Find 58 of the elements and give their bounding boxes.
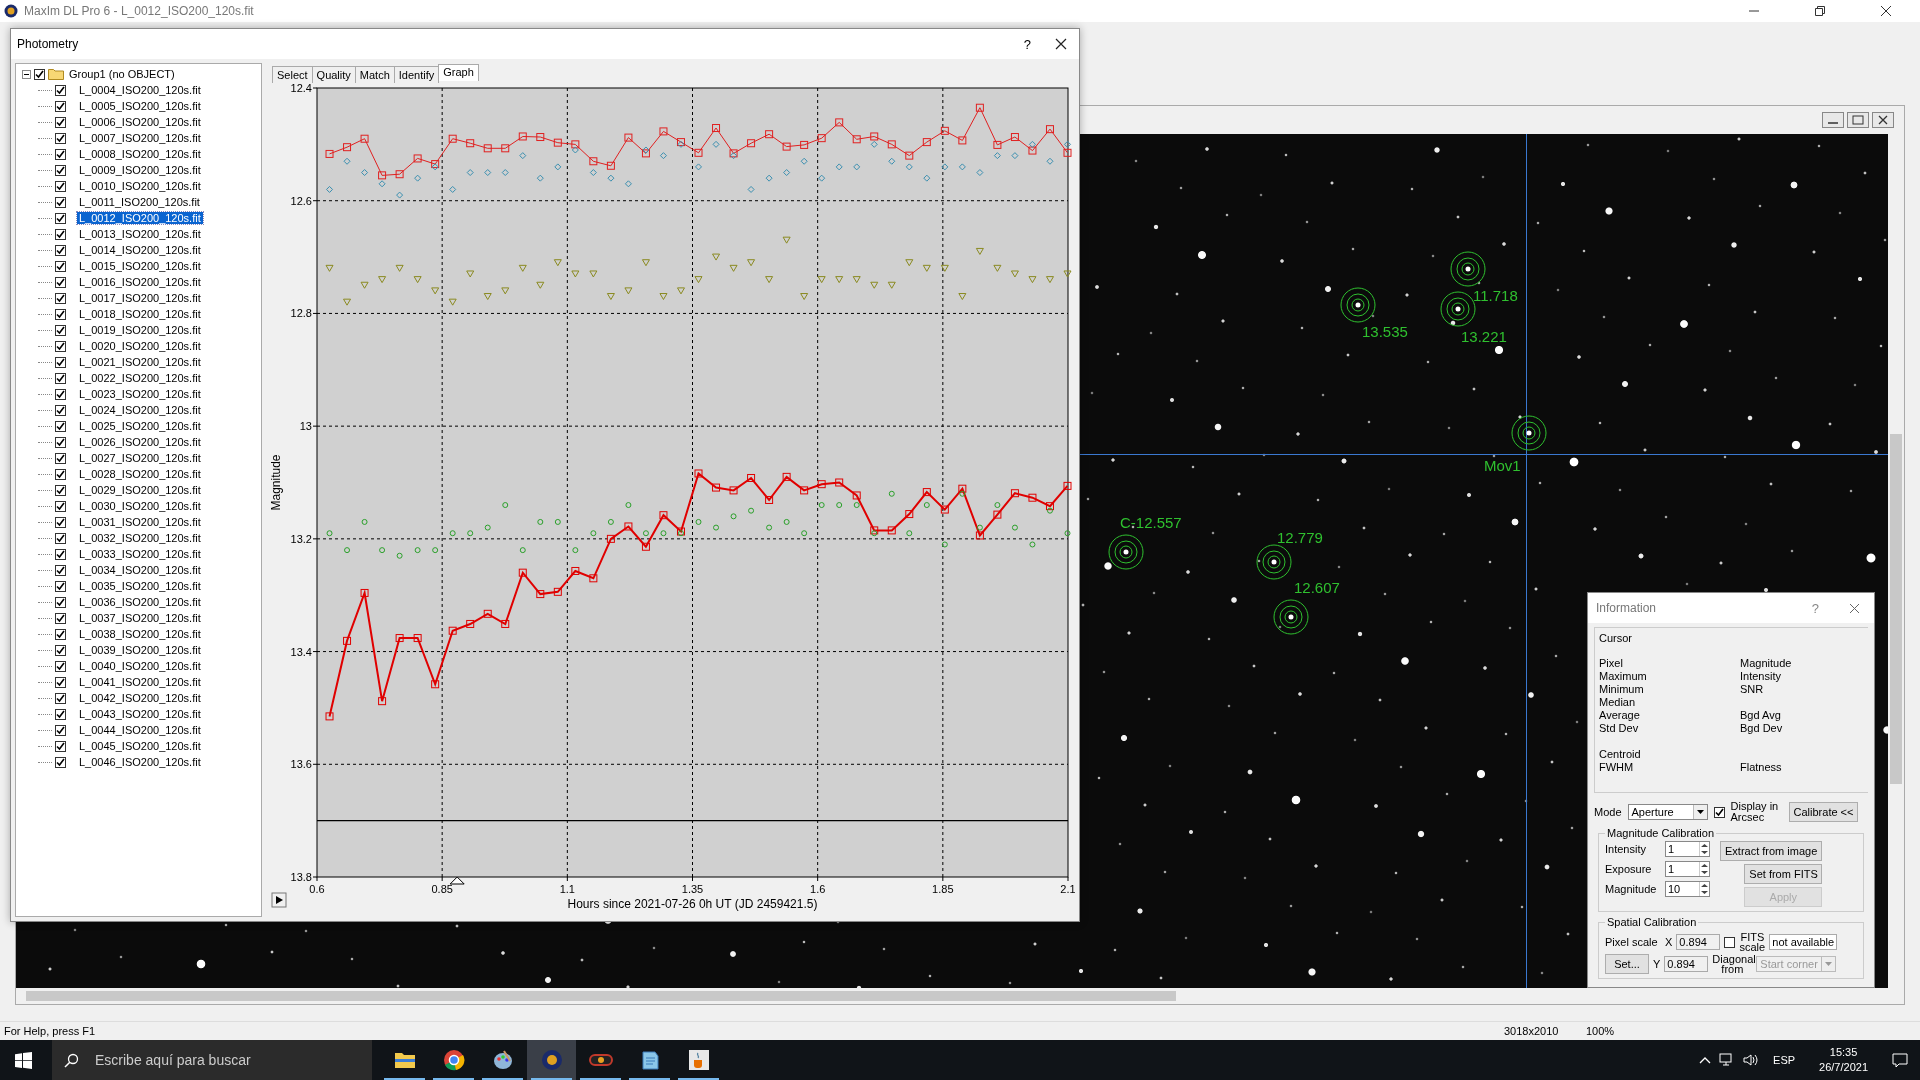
- image-size-text: 3018x2010: [1504, 1025, 1560, 1037]
- readout-label: SNR: [1740, 683, 1764, 695]
- readout-label: Bgd Avg: [1740, 709, 1781, 721]
- x-tick-label: 1.85: [932, 883, 954, 895]
- star-label: 12.607: [1294, 579, 1340, 596]
- readout-label: Std Dev: [1599, 722, 1639, 734]
- readout-label: Median: [1599, 696, 1636, 708]
- readout-label: Minimum: [1599, 683, 1644, 695]
- readout-label: Average: [1599, 709, 1640, 721]
- y-tick-label: 13.4: [290, 645, 312, 658]
- y-tick-label: 12.4: [290, 83, 312, 94]
- star-label: 13.221: [1461, 328, 1507, 345]
- field-label: Y: [1653, 958, 1661, 970]
- readout-label: Maximum: [1599, 670, 1647, 682]
- zoom-text: 100%: [1586, 1025, 1616, 1037]
- x-tick-label: 1.6: [810, 883, 826, 895]
- star-label: C-12.557: [1120, 514, 1182, 531]
- readout-label: FWHM: [1599, 761, 1634, 773]
- readout-label: Pixel: [1599, 657, 1623, 669]
- y-tick-label: 13.8: [290, 871, 312, 883]
- group-title: Spatial Calibration: [1606, 916, 1698, 928]
- x-tick-label: 0.85: [431, 883, 453, 895]
- y-tick-label: 12.8: [290, 307, 312, 320]
- field-label: Pixel scale: [1605, 936, 1659, 948]
- star-label: 11.718: [1473, 287, 1518, 304]
- x-axis-label: Hours since 2021-07-26 0h UT (JD 2459421.5): [567, 897, 818, 911]
- field-label: Intensity: [1605, 843, 1647, 855]
- star-label: Mov1: [1484, 457, 1521, 474]
- window-title: MaxIm DL Pro 6 - L_0012_ISO200_120s.fit: [24, 4, 254, 18]
- field-label: Magnitude: [1605, 883, 1658, 895]
- dialog-title: Photometry: [17, 37, 79, 51]
- readout-label: Magnitude: [1740, 657, 1792, 669]
- field-label: X: [1665, 936, 1673, 948]
- readout-label: Flatness: [1740, 761, 1782, 773]
- fits-scale-field: not available: [1769, 934, 1838, 950]
- readout-label: Centroid: [1599, 748, 1641, 760]
- star-label: 12.779: [1277, 529, 1323, 546]
- x-tick-label: 1.1: [559, 883, 575, 895]
- x-tick-label: 1.35: [681, 883, 704, 895]
- readout-label: Bgd Dev: [1740, 722, 1783, 734]
- field-label: Exposure: [1605, 863, 1653, 875]
- star-label: 13.535: [1362, 323, 1408, 340]
- x-tick-label: 0.6: [309, 883, 325, 895]
- checkbox-label: FITS scale: [1739, 932, 1766, 952]
- status-text: For Help, press F1: [4, 1025, 96, 1037]
- y-tick-label: 13: [299, 420, 312, 433]
- mode-label: Mode: [1594, 806, 1622, 818]
- y-axis-label: Magnitude: [269, 454, 283, 511]
- y-tick-label: 12.6: [290, 194, 312, 207]
- x-tick-label: 2.1: [1060, 883, 1075, 895]
- y-tick-label: 13.6: [290, 758, 312, 771]
- field-label: Diagonal from: [1712, 954, 1753, 974]
- group-title: Magnitude Calibration: [1606, 827, 1715, 839]
- checkbox-label: Display in Arcsec: [1730, 801, 1780, 823]
- dialog-title: Information: [1596, 601, 1657, 615]
- y-tick-label: 13.2: [290, 532, 312, 545]
- section-label: Cursor: [1599, 632, 1633, 644]
- readout-label: Intensity: [1740, 670, 1781, 682]
